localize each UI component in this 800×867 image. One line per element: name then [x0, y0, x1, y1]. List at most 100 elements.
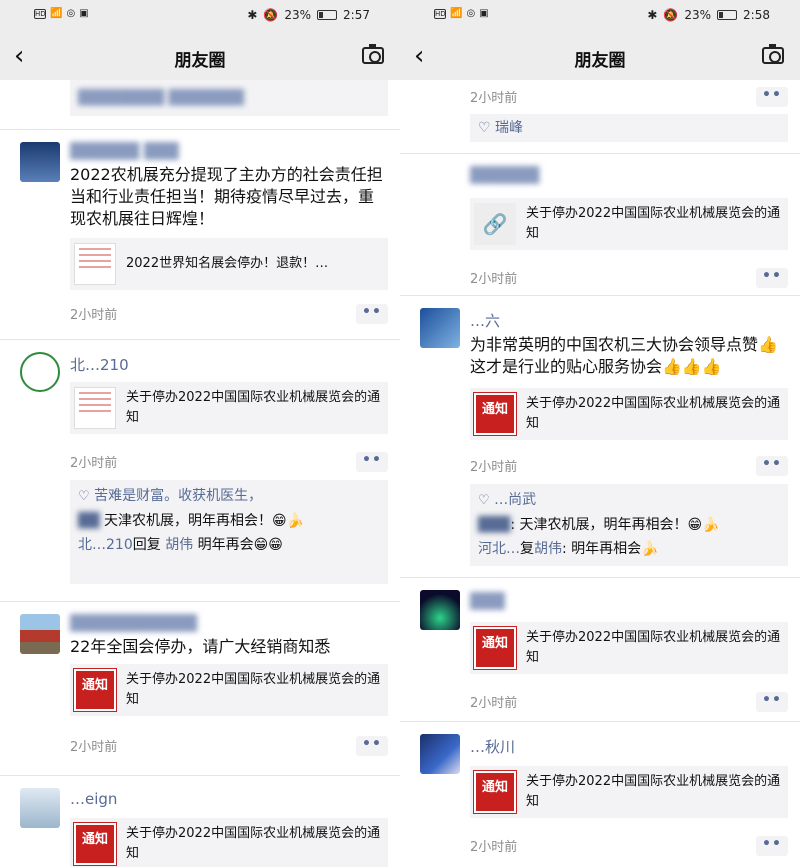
post-time: 2小时前: [470, 840, 518, 855]
moments-feed[interactable]: 2小时前 •• ♡ 瑞峰 ██████ 🔗 关于停办2022中国国际农业机械展览…: [400, 80, 800, 866]
post-time: 2小时前: [470, 91, 518, 106]
post-time: 2小时前: [70, 308, 118, 323]
signal-icon: 📶: [50, 8, 63, 19]
post: 北…210 关于停办2022中国国际农业机械展览会的通知 2小时前 •• ♡ 苦…: [0, 340, 400, 602]
shared-link-card[interactable]: 2022世界知名展会停办！退款！…: [70, 238, 388, 290]
post: …eign 通知 关于停办2022中国国际农业机械展览会的通知: [0, 776, 400, 867]
avatar[interactable]: [420, 308, 460, 348]
nfc-icon: ▣: [479, 8, 489, 19]
comment: ████████ ███████: [78, 90, 244, 106]
post: ███ 通知 关于停办2022中国国际农业机械展览会的通知 2小时前 ••: [400, 578, 800, 722]
shared-link-card[interactable]: 🔗 关于停办2022中国国际农业机械展览会的通知: [470, 198, 788, 250]
more-dots-icon[interactable]: ••: [756, 87, 788, 107]
comment[interactable]: 北…210回复 胡伟 明年再会😁😁: [70, 533, 388, 557]
shared-link-card[interactable]: 通知 关于停办2022中国国际农业机械展览会的通知: [470, 622, 788, 674]
more-dots-icon[interactable]: ••: [356, 736, 388, 756]
camera-icon[interactable]: [762, 44, 784, 64]
battery-icon: [717, 10, 738, 20]
status-bar: HD 📶 ◎ ▣ ✱ 🔕 23% 2:58: [400, 0, 800, 33]
shared-link-card[interactable]: 通知 关于停办2022中国国际农业机械展览会的通知: [470, 388, 788, 440]
nickname[interactable]: ███████████: [70, 614, 197, 632]
link-title: 关于停办2022中国国际农业机械展览会的通知: [526, 630, 781, 665]
article-thumbnail: [74, 387, 116, 429]
signal-icon: 📶: [450, 8, 463, 19]
post-fragment: 2小时前 •• ♡ 瑞峰: [400, 80, 800, 154]
interaction-box: ████████ ███████: [70, 80, 388, 116]
avatar[interactable]: [420, 166, 460, 206]
more-dots-icon[interactable]: ••: [756, 836, 788, 856]
link-title: 关于停办2022中国国际农业机械展览会的通知: [526, 774, 781, 809]
post-time: 2小时前: [470, 696, 518, 711]
likes-row: ♡ …尚武: [470, 484, 788, 513]
shared-link-card[interactable]: 通知 关于停办2022中国国际农业机械展览会的通知: [470, 766, 788, 818]
post-time: 2小时前: [470, 460, 518, 475]
bluetooth-icon: ✱: [247, 8, 258, 22]
avatar[interactable]: [20, 614, 60, 654]
nickname[interactable]: …秋川: [470, 736, 515, 757]
right-screenshot: HD 📶 ◎ ▣ ✱ 🔕 23% 2:58 ‹ 朋友圈 2小时前 •• ♡ 瑞峰: [400, 0, 800, 867]
post: ██████ 🔗 关于停办2022中国国际农业机械展览会的通知 2小时前 ••: [400, 154, 800, 296]
notice-thumbnail: 通知: [473, 770, 517, 814]
link-title: 关于停办2022中国国际农业机械展览会的通知: [126, 390, 381, 425]
likes-names[interactable]: …尚武: [494, 492, 536, 508]
post: ██████ ███ 2022农机展充分提现了主办方的社会责任担当和行业责任担当…: [0, 130, 400, 340]
avatar[interactable]: [420, 590, 460, 630]
left-screenshot: HD 📶 ◎ ▣ ✱ 🔕 23% 2:57 ‹ 朋友圈 ████████ ███…: [0, 0, 400, 867]
notice-thumbnail: 通知: [473, 392, 517, 436]
notice-thumbnail: 通知: [473, 626, 517, 670]
notice-thumbnail: 通知: [73, 822, 117, 866]
heart-icon: ♡: [478, 493, 490, 508]
battery-percent: 23%: [284, 8, 312, 22]
more-dots-icon[interactable]: ••: [356, 452, 388, 472]
more-dots-icon[interactable]: ••: [756, 456, 788, 476]
nav-bar: ‹ 朋友圈: [400, 33, 800, 80]
link-title: 关于停办2022中国国际农业机械展览会的通知: [126, 672, 381, 707]
link-title: 关于停办2022中国国际农业机械展览会的通知: [526, 396, 781, 431]
bluetooth-icon: ✱: [647, 8, 658, 22]
more-dots-icon[interactable]: ••: [756, 692, 788, 712]
mute-icon: 🔕: [263, 8, 279, 22]
avatar[interactable]: [20, 352, 60, 392]
nickname[interactable]: …eign: [70, 790, 117, 808]
nickname[interactable]: ██████ ███: [70, 142, 179, 160]
camera-icon[interactable]: [362, 44, 384, 64]
likes-row[interactable]: ♡ 瑞峰: [470, 114, 788, 140]
nickname[interactable]: ███: [470, 592, 505, 610]
avatar[interactable]: [20, 788, 60, 828]
comment[interactable]: ███: 天津农机展，明年再相会！😁🍌: [470, 513, 788, 537]
nav-bar: ‹ 朋友圈: [0, 33, 400, 80]
post-text: 22年全国会停办，请广大经销商知悉: [70, 637, 331, 656]
shared-link-card[interactable]: 通知 关于停办2022中国国际农业机械展览会的通知: [70, 664, 388, 716]
post: …秋川 通知 关于停办2022中国国际农业机械展览会的通知 2小时前 ••: [400, 722, 800, 866]
battery-percent: 23%: [684, 8, 712, 22]
link-icon: 🔗: [474, 203, 516, 245]
link-title: 2022世界知名展会停办！退款！…: [126, 256, 329, 271]
likes-names[interactable]: 苦难是财富。收获机医生，: [94, 488, 262, 504]
nickname[interactable]: ██████: [470, 166, 539, 184]
heart-icon: ♡: [78, 489, 90, 504]
shared-link-card[interactable]: 通知 关于停办2022中国国际农业机械展览会的通知: [70, 818, 388, 867]
interaction-box: ♡ …尚武 ███: 天津农机展，明年再相会！😁🍌 河北…复胡伟: 明年再相会🍌: [470, 484, 788, 566]
wifi-icon: ◎: [466, 8, 476, 19]
shared-link-card[interactable]: 关于停办2022中国国际农业机械展览会的通知: [70, 382, 388, 434]
clock: 2:58: [743, 8, 770, 22]
wifi-icon: ◎: [66, 8, 76, 19]
comment[interactable]: ██ 天津农机展，明年再相会！😁🍌: [70, 509, 388, 533]
comment[interactable]: 河北…复胡伟: 明年再相会🍌: [470, 537, 788, 561]
post-time: 2小时前: [70, 740, 118, 755]
moments-feed[interactable]: ████████ ███████ ██████ ███ 2022农机展充分提现了…: [0, 80, 400, 867]
post-fragment: ████████ ███████: [0, 80, 400, 130]
post: ███████████ 22年全国会停办，请广大经销商知悉 通知 关于停办202…: [0, 602, 400, 776]
likes-row: ♡ 苦难是财富。收获机医生，: [70, 480, 388, 509]
more-dots-icon[interactable]: ••: [756, 268, 788, 288]
nickname[interactable]: 北…210: [70, 354, 129, 375]
nickname[interactable]: …六: [470, 310, 500, 331]
hd-icon: HD: [34, 8, 46, 19]
article-thumbnail: [74, 243, 116, 285]
avatar[interactable]: [20, 142, 60, 182]
post-time: 2小时前: [70, 456, 118, 471]
page-title: 朋友圈: [174, 51, 226, 71]
more-dots-icon[interactable]: ••: [356, 304, 388, 324]
avatar[interactable]: [420, 734, 460, 774]
post-text: 为非常英明的中国农机三大协会领导点赞👍这才是行业的贴心服务协会👍👍👍: [470, 335, 778, 376]
